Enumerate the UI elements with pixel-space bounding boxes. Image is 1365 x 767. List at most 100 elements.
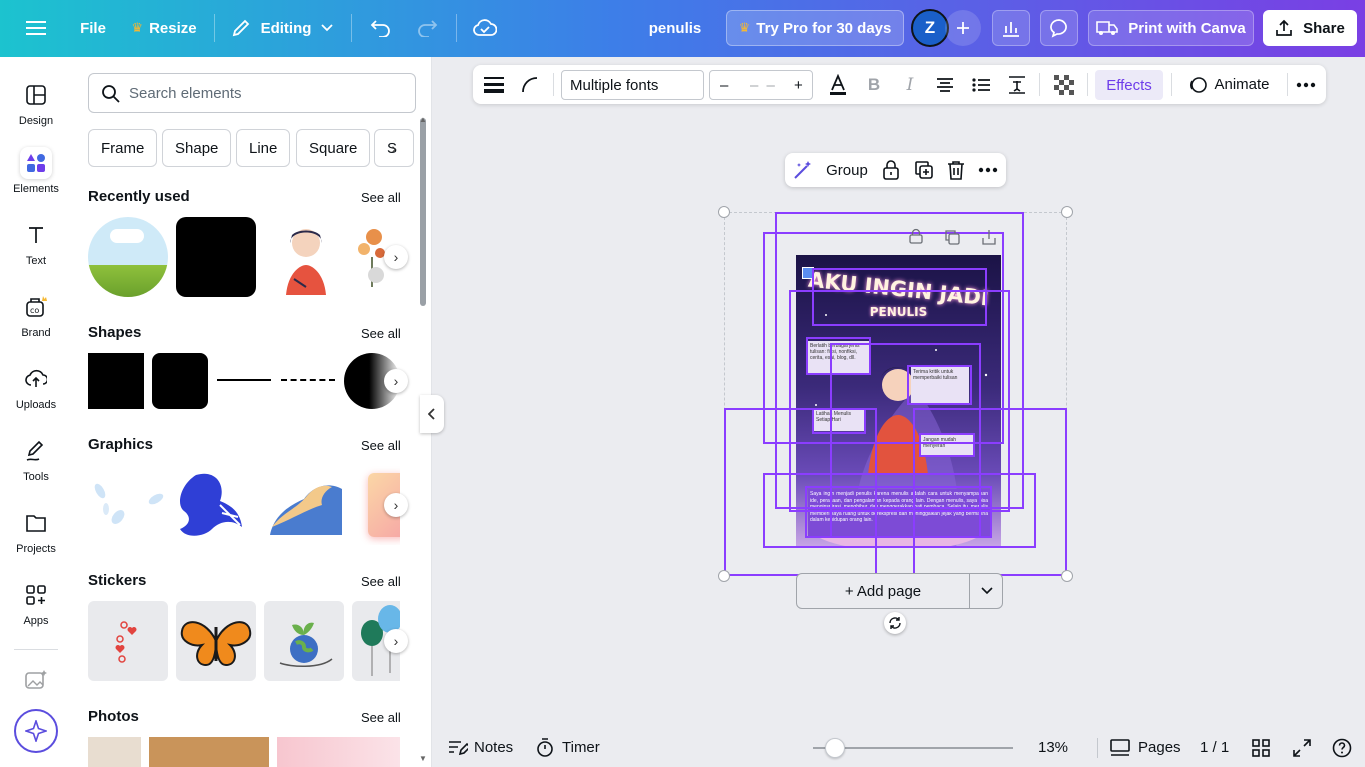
- rail-projects[interactable]: Projects: [0, 507, 72, 573]
- add-collaborator-icon[interactable]: [945, 10, 981, 46]
- see-all-graphics[interactable]: See all: [361, 438, 401, 453]
- chip-shape[interactable]: Shape: [162, 129, 232, 167]
- spacing-icon[interactable]: [1004, 65, 1030, 104]
- shape-square[interactable]: [88, 353, 144, 409]
- sticker-butterfly[interactable]: [176, 601, 256, 681]
- recent-rounded-square[interactable]: [176, 217, 256, 297]
- file-menu[interactable]: File: [72, 10, 114, 46]
- pages-button[interactable]: Pages: [1110, 728, 1181, 767]
- resize-button[interactable]: ♛ Resize: [124, 10, 204, 46]
- add-page-button[interactable]: + Add page: [797, 574, 969, 608]
- photo-paper[interactable]: [88, 737, 141, 767]
- undo-icon[interactable]: [362, 10, 400, 46]
- add-page-dropdown[interactable]: [970, 574, 1003, 608]
- photo-cardboard[interactable]: [149, 737, 269, 767]
- align-center-icon[interactable]: [932, 65, 958, 104]
- italic-icon[interactable]: I: [897, 65, 923, 104]
- shape-dashed-line[interactable]: [281, 379, 335, 381]
- corner-rounding-icon[interactable]: [517, 65, 543, 104]
- scroll-up-arrow[interactable]: ▲: [419, 115, 427, 124]
- see-all-recent[interactable]: See all: [361, 190, 401, 205]
- grid-view-icon[interactable]: [1252, 728, 1270, 767]
- search-input[interactable]: Search elements: [88, 73, 416, 113]
- more-options-icon[interactable]: [1293, 65, 1319, 104]
- rail-tools[interactable]: Tools: [0, 435, 72, 501]
- see-all-shapes[interactable]: See all: [361, 326, 401, 341]
- sticker-earth-hand[interactable]: [264, 601, 344, 681]
- magic-media-icon[interactable]: [24, 669, 48, 696]
- insights-icon[interactable]: [992, 10, 1030, 46]
- sticker-hearts[interactable]: [88, 601, 168, 681]
- try-pro-button[interactable]: ♛ Try Pro for 30 days: [726, 10, 904, 46]
- photo-pink-texture[interactable]: [277, 737, 400, 767]
- recent-landscape-graphic[interactable]: [88, 217, 168, 297]
- rail-apps[interactable]: Apps: [0, 579, 72, 645]
- see-all-stickers[interactable]: See all: [361, 574, 401, 589]
- chevron-right-icon[interactable]: ›: [384, 369, 408, 393]
- collapse-panel-button[interactable]: [420, 395, 444, 433]
- rail-uploads[interactable]: Uploads: [0, 363, 72, 429]
- chevron-right-icon[interactable]: ›: [384, 493, 408, 517]
- comment-icon[interactable]: [1040, 10, 1078, 46]
- font-size-decrease[interactable]: –: [720, 77, 728, 94]
- magic-edit-icon[interactable]: [789, 153, 817, 187]
- chip-frame[interactable]: Frame: [88, 129, 158, 167]
- rail-brand[interactable]: co Brand: [0, 291, 72, 357]
- timer-button[interactable]: Timer: [536, 728, 600, 767]
- effects-button[interactable]: Effects: [1095, 70, 1163, 100]
- document-title[interactable]: penulis: [636, 10, 714, 46]
- see-all-photos[interactable]: See all: [361, 710, 401, 725]
- more-options-icon[interactable]: [975, 153, 1001, 187]
- list-icon[interactable]: [968, 65, 994, 104]
- scroll-down-arrow[interactable]: ▼: [419, 754, 427, 763]
- chip-line[interactable]: Line: [236, 129, 291, 167]
- zoom-slider-thumb[interactable]: [825, 738, 845, 758]
- menu-icon[interactable]: [16, 10, 56, 46]
- zoom-level[interactable]: 13%: [1038, 728, 1068, 767]
- redo-icon[interactable]: [408, 10, 446, 46]
- chevron-right-icon[interactable]: ›: [384, 245, 408, 269]
- animate-button[interactable]: Animate: [1179, 65, 1279, 104]
- group-button[interactable]: Group: [821, 153, 873, 187]
- chevron-right-icon[interactable]: ›: [382, 136, 406, 160]
- text-color-icon[interactable]: [825, 65, 851, 104]
- element-share-icon[interactable]: [981, 229, 997, 250]
- font-family-select[interactable]: Multiple fonts: [561, 70, 704, 100]
- bold-icon[interactable]: B: [861, 65, 887, 104]
- resize-handle-tl[interactable]: [718, 206, 730, 218]
- chip-square[interactable]: Square: [296, 129, 371, 167]
- fullscreen-icon[interactable]: [1293, 728, 1311, 767]
- rotate-icon[interactable]: [884, 612, 906, 634]
- rail-elements[interactable]: Elements: [0, 147, 72, 213]
- rail-text[interactable]: Text: [0, 219, 72, 285]
- element-duplicate-icon[interactable]: [944, 229, 960, 250]
- magic-assistant-button[interactable]: [14, 709, 58, 753]
- help-icon[interactable]: [1332, 728, 1352, 767]
- graphic-petals[interactable]: [88, 465, 168, 545]
- print-with-canva-button[interactable]: Print with Canva: [1088, 10, 1254, 46]
- font-size-value[interactable]: – –: [750, 77, 777, 94]
- resize-handle-bl[interactable]: [718, 570, 730, 582]
- shape-line[interactable]: [217, 379, 271, 381]
- share-button[interactable]: Share: [1263, 10, 1357, 46]
- chevron-right-icon[interactable]: ›: [384, 629, 408, 653]
- lock-icon[interactable]: [879, 153, 903, 187]
- resize-handle-br[interactable]: [1061, 570, 1073, 582]
- cloud-save-icon[interactable]: [466, 10, 504, 46]
- element-lock-icon[interactable]: [908, 228, 924, 249]
- panel-scrollbar[interactable]: [420, 118, 426, 306]
- border-style-icon[interactable]: [481, 65, 507, 104]
- graphic-cloud-watercolor[interactable]: [266, 465, 346, 545]
- resize-handle-tr[interactable]: [1061, 206, 1073, 218]
- editing-mode-button[interactable]: Editing: [224, 10, 340, 46]
- transparency-icon[interactable]: [1051, 65, 1077, 104]
- font-size-increase[interactable]: +: [794, 77, 803, 94]
- recent-girl-writing-graphic[interactable]: [266, 217, 346, 297]
- duplicate-icon[interactable]: [912, 153, 936, 187]
- rail-design[interactable]: Design: [0, 79, 72, 145]
- avatar[interactable]: Z: [911, 9, 949, 47]
- shape-rounded-square[interactable]: [152, 353, 208, 409]
- graphic-blue-splash[interactable]: [176, 465, 256, 545]
- notes-button[interactable]: Notes: [448, 728, 513, 767]
- trash-icon[interactable]: [944, 153, 968, 187]
